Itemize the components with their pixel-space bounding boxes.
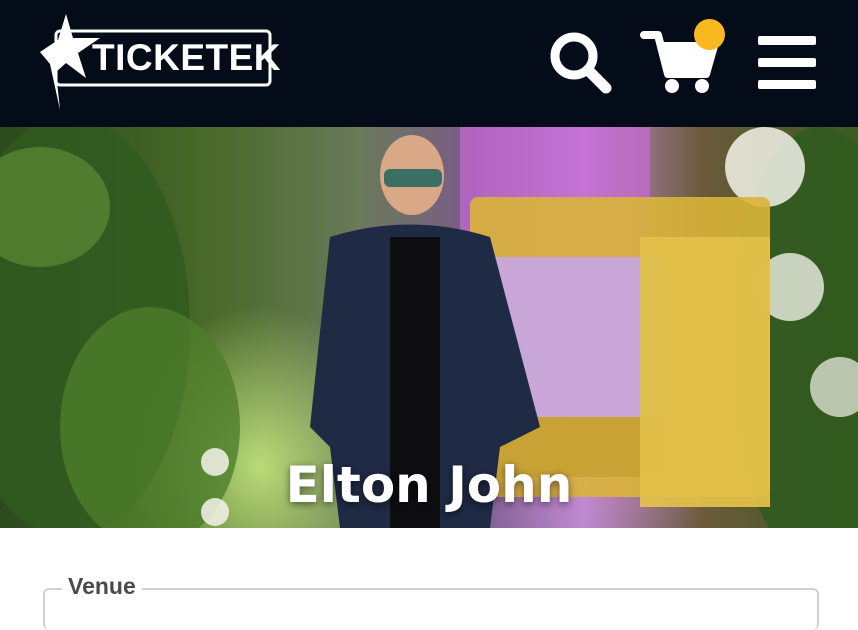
venue-label: Venue bbox=[62, 572, 142, 600]
menu-button[interactable] bbox=[756, 34, 818, 90]
top-navigation-bar: TICKETEK bbox=[0, 0, 858, 127]
hamburger-menu-icon bbox=[758, 36, 816, 89]
search-icon bbox=[550, 32, 612, 94]
event-hero-banner: Elton John bbox=[0, 127, 858, 528]
logo-text: TICKETEK bbox=[92, 37, 281, 78]
venue-filter-box[interactable] bbox=[43, 588, 819, 630]
search-button[interactable] bbox=[548, 30, 614, 96]
ticketek-logo[interactable]: TICKETEK bbox=[40, 14, 281, 110]
event-title: Elton John bbox=[285, 456, 573, 514]
cart-badge bbox=[694, 19, 725, 50]
